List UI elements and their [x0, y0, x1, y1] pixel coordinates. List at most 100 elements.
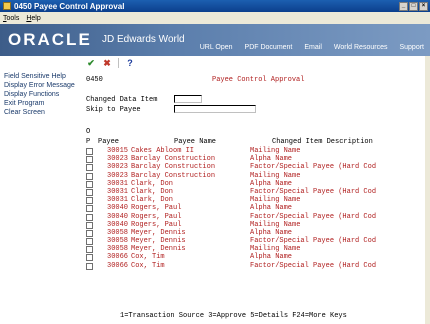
changed-item-description: Mailing Name	[250, 245, 301, 254]
toolbar-separator	[118, 58, 119, 68]
menu-bar: Tools Help	[0, 12, 430, 24]
row-option-field[interactable]	[86, 164, 93, 172]
changed-item-description: Alpha Name	[250, 253, 293, 262]
payee-name: Clark, Don	[131, 179, 174, 188]
payee-number: 30023	[107, 171, 129, 180]
header-p: P	[86, 138, 91, 146]
banner-links: URL Open PDF Document Email World Resour…	[200, 44, 424, 51]
changed-item-description: Alpha Name	[250, 204, 293, 213]
app-icon	[3, 2, 11, 10]
sidebar-item-clear-screen[interactable]: Clear Screen	[0, 108, 82, 117]
row-option-field[interactable]	[86, 221, 93, 229]
payee-number: 30066	[107, 253, 129, 262]
link-pdf-document[interactable]: PDF Document	[245, 44, 293, 51]
function-keys: 1=Transaction Source 3=Approve 5=Details…	[120, 312, 347, 320]
sidebar-item-field-sensitive-help[interactable]: Field Sensitive Help	[0, 72, 82, 81]
row-option-field[interactable]	[86, 205, 93, 213]
row-option-field[interactable]	[86, 262, 93, 270]
changed-item-description: Mailing Name	[250, 196, 301, 205]
row-option-field[interactable]	[86, 172, 93, 180]
link-email[interactable]: Email	[304, 44, 322, 51]
sidebar-item-display-functions[interactable]: Display Functions	[0, 90, 82, 99]
row-option-field[interactable]	[86, 213, 93, 221]
menu-tools-rest: ools	[6, 14, 20, 22]
link-url-open[interactable]: URL Open	[200, 44, 233, 51]
changed-item-description: Alpha Name	[250, 228, 293, 237]
oracle-logo: ORACLE	[8, 30, 92, 49]
payee-number: 30040	[107, 212, 129, 221]
skip-to-payee-input[interactable]	[174, 105, 256, 113]
payee-name: Cox, Tim	[131, 253, 165, 262]
checkmark-icon[interactable]: ✔	[86, 58, 96, 68]
payee-name: Barclay Construction	[131, 155, 216, 164]
question-icon[interactable]: ?	[125, 58, 135, 68]
product-name: JD Edwards World	[102, 34, 185, 45]
table-row: 30040 Rogers, Paul Alpha Name	[86, 204, 426, 213]
payee-number: 30040	[107, 204, 129, 213]
payee-number: 30040	[107, 220, 129, 229]
sidebar-item-exit-program[interactable]: Exit Program	[0, 99, 82, 108]
row-option-field[interactable]	[86, 180, 93, 188]
window-title: 0450 Payee Control Approval	[14, 1, 125, 11]
changed-data-item-input[interactable]	[174, 95, 202, 103]
payee-name: Barclay Construction	[131, 171, 216, 180]
changed-item-description: Mailing Name	[250, 147, 301, 155]
payee-number: 30031	[107, 196, 129, 205]
x-icon[interactable]: ✖	[102, 58, 112, 68]
payee-number: 30058	[107, 228, 129, 237]
row-option-field[interactable]	[86, 156, 93, 164]
oracle-banner: ORACLE JD Edwards World URL Open PDF Doc…	[0, 24, 430, 56]
payee-name: Rogers, Paul	[131, 220, 182, 229]
table-row: 30040 Rogers, Paul Factor/Special Payee (H…	[86, 213, 426, 221]
table-row: 30058 Meyer, Dennis Factor/Special Payee (…	[86, 237, 426, 246]
payee-number: 30015	[107, 147, 129, 155]
menu-tools[interactable]: Tools	[3, 15, 19, 22]
row-option-field[interactable]	[86, 238, 93, 246]
maximize-button[interactable]: □	[409, 1, 418, 11]
payee-name: Clark, Don	[131, 187, 174, 196]
row-option-field[interactable]	[86, 197, 93, 205]
link-world-resources[interactable]: World Resources	[334, 44, 388, 51]
close-button[interactable]: ×	[419, 1, 428, 11]
row-option-field[interactable]	[86, 188, 93, 196]
payee-name: Rogers, Paul	[131, 212, 182, 221]
table-row: 30066 Cox, Tim Factor/Special Payee (Hard …	[86, 262, 426, 270]
table-row: 30031 Clark, Don Mailing Name	[86, 196, 426, 205]
skip-to-payee-label: Skip to Payee	[86, 106, 141, 114]
payee-name: Meyer, Dennis	[131, 245, 186, 254]
payee-name: Cox, Tim	[131, 261, 165, 270]
payee-number: 30031	[107, 187, 129, 196]
vertical-scrollbar[interactable]	[425, 56, 430, 324]
changed-data-item-label: Changed Data Item	[86, 96, 158, 104]
table-row: 30058 Meyer, Dennis Alpha Name	[86, 229, 426, 237]
header-payee-name: Payee Name	[174, 138, 217, 146]
table-row: 30023 Barclay Construction Factor/Special …	[86, 163, 426, 172]
table-row: 30015 Cakes Abloom II Mailing Name	[86, 147, 426, 155]
header-changed-item-description: Changed Item Description	[272, 138, 373, 146]
changed-item-description: Factor/Special Payee (Hard Cod	[250, 212, 377, 221]
form-title: Payee Control Approval	[212, 76, 305, 84]
changed-item-description: Factor/Special Payee (Hard Cod	[250, 261, 377, 270]
menu-help[interactable]: Help	[26, 15, 40, 22]
row-option-field[interactable]	[86, 246, 93, 254]
sidebar: Field Sensitive Help Display Error Messa…	[0, 56, 82, 324]
main-content: ✔ ✖ ? 0450 Payee Control Approval Change…	[82, 56, 430, 324]
payee-name: Meyer, Dennis	[131, 237, 186, 246]
payee-number: 30058	[107, 245, 129, 254]
grid-rows: 30015 Cakes Abloom II Mailing Name 30023 Bar…	[86, 147, 426, 270]
header-payee: Payee	[98, 138, 120, 146]
payee-name: Meyer, Dennis	[131, 228, 186, 237]
table-row: 30066 Cox, Tim Alpha Name	[86, 253, 426, 262]
header-option-o: O	[86, 128, 91, 136]
row-option-field[interactable]	[86, 254, 93, 262]
row-option-field[interactable]	[86, 148, 93, 155]
minimize-button[interactable]: _	[399, 1, 408, 11]
link-support[interactable]: Support	[399, 44, 424, 51]
changed-item-description: Mailing Name	[250, 220, 301, 229]
payee-number: 30023	[107, 163, 129, 172]
window-title-bar: 0450 Payee Control Approval _ □ ×	[0, 0, 430, 12]
toolbar: ✔ ✖ ?	[86, 56, 135, 70]
row-option-field[interactable]	[86, 229, 93, 237]
sidebar-item-display-error-message[interactable]: Display Error Message	[0, 81, 82, 90]
payee-name: Cakes Abloom II	[131, 147, 195, 155]
